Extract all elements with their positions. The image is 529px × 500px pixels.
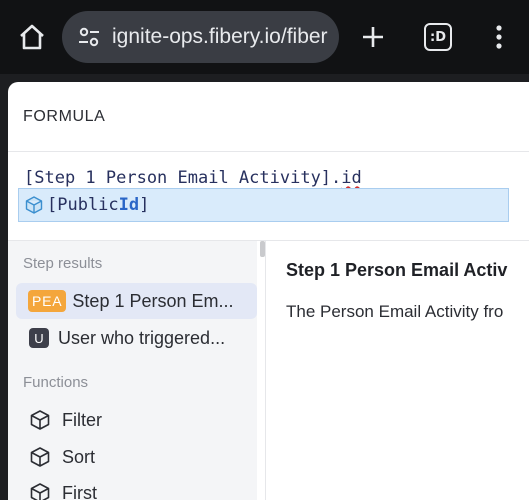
section-label-functions: Functions [23,374,89,391]
step-result-label: User who triggered... [58,327,226,348]
function-item-filter[interactable]: Filter [16,402,257,438]
cube-icon [25,196,43,214]
step-result-item[interactable]: U User who triggered... [16,320,257,356]
formula-editor[interactable]: [Step 1 Person Email Activity].id [24,168,362,188]
function-label: Sort [62,446,96,467]
entity-badge: PEA [28,290,67,312]
step-result-item[interactable]: PEA Step 1 Person Em... [16,283,257,319]
sidebar: Step results PEA Step 1 Person Em... U U… [8,241,257,500]
cube-icon [30,447,50,467]
formula-code-field: id [341,168,362,188]
detail-title: Step 1 Person Email Activ [286,260,508,280]
detail-description: The Person Email Activity fro [286,302,504,321]
cube-icon [30,410,50,430]
function-label: Filter [62,409,102,430]
suggestion-suffix: ] [139,195,150,215]
more-menu-icon[interactable] [487,22,511,52]
function-label: First [62,482,97,500]
step-result-label: Step 1 Person Em... [72,290,234,311]
browser-toolbar: ignite-ops.fibery.io/fiber :D [0,0,529,74]
formula-panel: FORMULA [Step 1 Person Email Activity].i… [8,82,529,500]
cube-icon [30,483,50,500]
url-text: ignite-ops.fibery.io/fiber [112,25,328,48]
suggestion-match: Id [118,195,140,215]
section-label-step-results: Step results [23,255,103,272]
page-content: FORMULA [Step 1 Person Email Activity].i… [0,74,529,500]
formula-code-prefix: [Step 1 Person Email Activity]. [24,168,342,188]
entity-badge: U [29,328,49,348]
address-bar[interactable]: ignite-ops.fibery.io/fiber [62,11,339,63]
home-icon[interactable] [17,22,47,52]
formula-title: FORMULA [23,108,106,125]
tab-switcher-button[interactable]: :D [424,23,452,51]
site-settings-icon[interactable] [76,24,102,50]
function-item-sort[interactable]: Sort [16,439,257,475]
new-tab-icon[interactable] [358,22,388,52]
autocomplete-suggestion[interactable]: [Public Id] [18,188,509,222]
formula-header: FORMULA [8,82,529,152]
divider [265,241,266,500]
suggestion-prefix: [Public [47,195,119,215]
function-item-first[interactable]: First [16,475,257,500]
